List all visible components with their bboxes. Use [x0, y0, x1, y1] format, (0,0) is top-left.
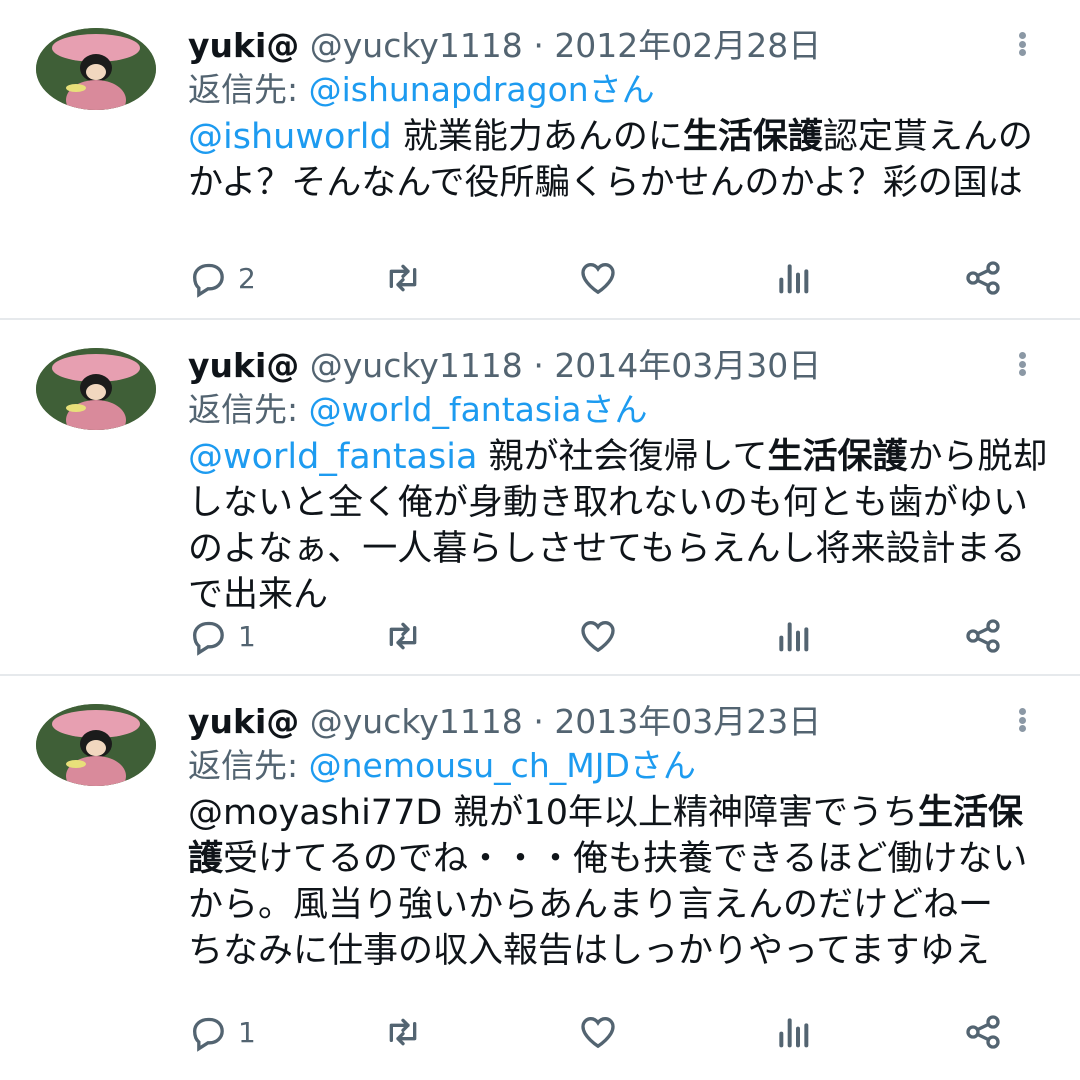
share-button[interactable] [963, 258, 1003, 298]
reply-to-prefix: 返信先: [188, 390, 309, 429]
retweet-button[interactable] [383, 1012, 423, 1052]
tweet[interactable]: yuki@ @yucky1118 · 2013年03月23日 返信先: @nem… [0, 676, 1080, 1080]
like-button[interactable] [578, 1012, 618, 1052]
reply-count: 1 [238, 619, 256, 653]
user-handle[interactable]: @yucky1118 [310, 346, 523, 385]
tweet-text-part: 親が社会復帰して [477, 437, 768, 477]
display-name[interactable]: yuki@ [188, 346, 299, 385]
reply-button[interactable]: 2 [188, 258, 256, 298]
views-icon [779, 1018, 809, 1048]
retweet-button[interactable] [383, 258, 423, 298]
tweet[interactable]: yuki@ @yucky1118 · 2014年03月30日 返信先: @wor… [0, 320, 1080, 676]
tweet-header: yuki@ @yucky1118 · 2013年03月23日 [188, 702, 990, 742]
share-icon [966, 261, 1000, 295]
mention-link[interactable]: @world_fantasia [188, 437, 477, 477]
views-button[interactable] [773, 616, 813, 656]
tweet-text: @ishuworld 就業能力あんのに生活保護認定貰えんのかよ？そんなんで役所騙… [188, 114, 1048, 206]
heart-icon [581, 1016, 615, 1049]
separator: · [533, 346, 544, 385]
tweet-text-part: @moyashi77D 親が10年以上精神障害でうち [188, 793, 918, 833]
retweet-icon [389, 1018, 417, 1046]
tweet-date[interactable]: 2013年03月23日 [554, 702, 821, 741]
tweet[interactable]: yuki@ @yucky1118 · 2012年02月28日 返信先: @ish… [0, 0, 1080, 320]
share-button[interactable] [963, 616, 1003, 656]
views-icon [779, 622, 809, 652]
separator: · [533, 702, 544, 741]
reply-to-link[interactable]: @ishunapdragonさん [309, 70, 655, 109]
like-button[interactable] [578, 616, 618, 656]
share-icon [966, 619, 1000, 653]
reply-to-line: 返信先: @ishunapdragonさん [188, 70, 655, 110]
reply-icon [192, 263, 224, 298]
tweet-text: @moyashi77D 親が10年以上精神障害でうち生活保護受けてるのでね・・・… [188, 790, 1048, 974]
share-icon [966, 1015, 1000, 1049]
heart-icon [581, 262, 615, 295]
tweet-header: yuki@ @yucky1118 · 2012年02月28日 [188, 26, 990, 66]
more-icon[interactable] [1012, 30, 1032, 70]
avatar[interactable] [36, 28, 156, 110]
views-icon [779, 264, 809, 294]
reply-count: 1 [238, 1015, 256, 1049]
views-button[interactable] [773, 1012, 813, 1052]
display-name[interactable]: yuki@ [188, 702, 299, 741]
like-button[interactable] [578, 258, 618, 298]
more-icon[interactable] [1012, 350, 1032, 390]
display-name[interactable]: yuki@ [188, 26, 299, 65]
reply-button[interactable]: 1 [188, 1012, 256, 1052]
more-icon[interactable] [1012, 706, 1032, 746]
reply-icon [192, 621, 224, 656]
avatar[interactable] [36, 348, 156, 430]
tweet-text-part: 就業能力あんのに [391, 117, 683, 157]
retweet-icon [389, 264, 417, 292]
retweet-button[interactable] [383, 616, 423, 656]
tweet-text-highlight: 生活保護 [682, 117, 823, 157]
tweet-feed: yuki@ @yucky1118 · 2012年02月28日 返信先: @ish… [0, 0, 1080, 1080]
share-button[interactable] [963, 1012, 1003, 1052]
reply-button[interactable]: 1 [188, 616, 256, 656]
user-handle[interactable]: @yucky1118 [310, 26, 523, 65]
reply-to-line: 返信先: @nemousu_ch_MJDさん [188, 746, 696, 786]
mention-link[interactable]: @ishuworld [188, 117, 392, 157]
user-handle[interactable]: @yucky1118 [310, 702, 523, 741]
reply-to-line: 返信先: @world_fantasiaさん [188, 390, 647, 430]
tweet-date[interactable]: 2014年03月30日 [554, 346, 821, 385]
tweet-text: @world_fantasia 親が社会復帰して生活保護から脱却しないと全く俺が… [188, 434, 1048, 618]
reply-to-link[interactable]: @nemousu_ch_MJDさん [309, 746, 696, 785]
reply-to-prefix: 返信先: [188, 70, 309, 109]
separator: · [533, 26, 544, 65]
tweet-actions: 2 [188, 258, 1010, 298]
tweet-actions: 1 [188, 1012, 1010, 1052]
tweet-actions: 1 [188, 616, 1010, 656]
tweet-text-highlight: 生活保護 [767, 437, 908, 477]
reply-icon [192, 1017, 224, 1052]
retweet-icon [389, 622, 417, 650]
reply-to-link[interactable]: @world_fantasiaさん [309, 390, 648, 429]
heart-icon [581, 620, 615, 653]
avatar[interactable] [36, 704, 156, 786]
reply-to-prefix: 返信先: [188, 746, 309, 785]
tweet-header: yuki@ @yucky1118 · 2014年03月30日 [188, 346, 990, 386]
views-button[interactable] [773, 258, 813, 298]
tweet-date[interactable]: 2012年02月28日 [554, 26, 821, 65]
tweet-text-part: 受けてるのでね・・・俺も扶養できるほど働けないから。風当り強いからあんまり言えん… [188, 839, 1029, 971]
reply-count: 2 [238, 261, 256, 295]
